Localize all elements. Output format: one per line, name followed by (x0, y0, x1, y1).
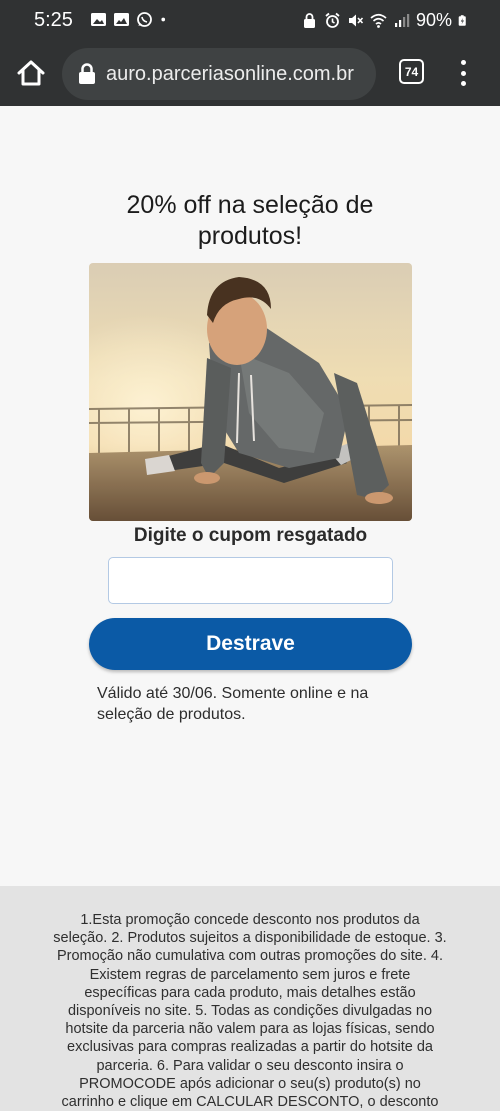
menu-dot-icon (460, 81, 466, 86)
tab-switcher-button[interactable]: 74 (399, 59, 424, 84)
notification-icons (90, 11, 171, 28)
validity-note: Válido até 30/06. Somente online e na se… (97, 685, 369, 723)
url-text: auro.parceriasonline.com.br (106, 62, 354, 85)
menu-dot-icon (460, 60, 466, 65)
system-status-icons: 90% (301, 10, 470, 31)
dot-icon (161, 17, 166, 22)
promo-headline: 20% off na seleção de produtos! (126, 191, 374, 250)
overflow-menu-button[interactable] (452, 56, 474, 90)
mute-icon (348, 14, 364, 27)
browser-toolbar: auro.parceriasonline.com.br 74 (0, 42, 500, 106)
image-icon (114, 13, 129, 26)
home-button[interactable] (14, 56, 48, 90)
battery-charging-icon (458, 15, 466, 26)
status-time: 5:25 (34, 9, 73, 31)
promo-page: 20% off na seleção de produtos! Digite o… (0, 106, 500, 886)
home-icon (17, 60, 45, 86)
address-bar[interactable]: auro.parceriasonline.com.br (62, 48, 376, 100)
coupon-input[interactable] (108, 557, 393, 604)
unlock-button[interactable]: Destrave (89, 618, 412, 670)
wifi-icon (370, 13, 387, 28)
battery-percentage: 90% (415, 10, 452, 30)
status-bar: 5:25 90% (0, 0, 500, 42)
lock-badge-icon (303, 13, 315, 28)
coupon-label: Digite o cupom resgatado (133, 525, 368, 546)
hero-image (89, 263, 412, 521)
lock-icon (79, 63, 95, 84)
terms-section: 1.Esta promoção concede desconto nos pro… (0, 886, 500, 1111)
menu-dot-icon (460, 70, 466, 76)
gallery-icon (91, 13, 106, 26)
terms-text: 1.Esta promoção concede desconto nos pro… (53, 912, 447, 1111)
whatsapp-icon (137, 12, 152, 27)
alarm-icon (325, 12, 340, 28)
signal-icon (394, 14, 410, 27)
